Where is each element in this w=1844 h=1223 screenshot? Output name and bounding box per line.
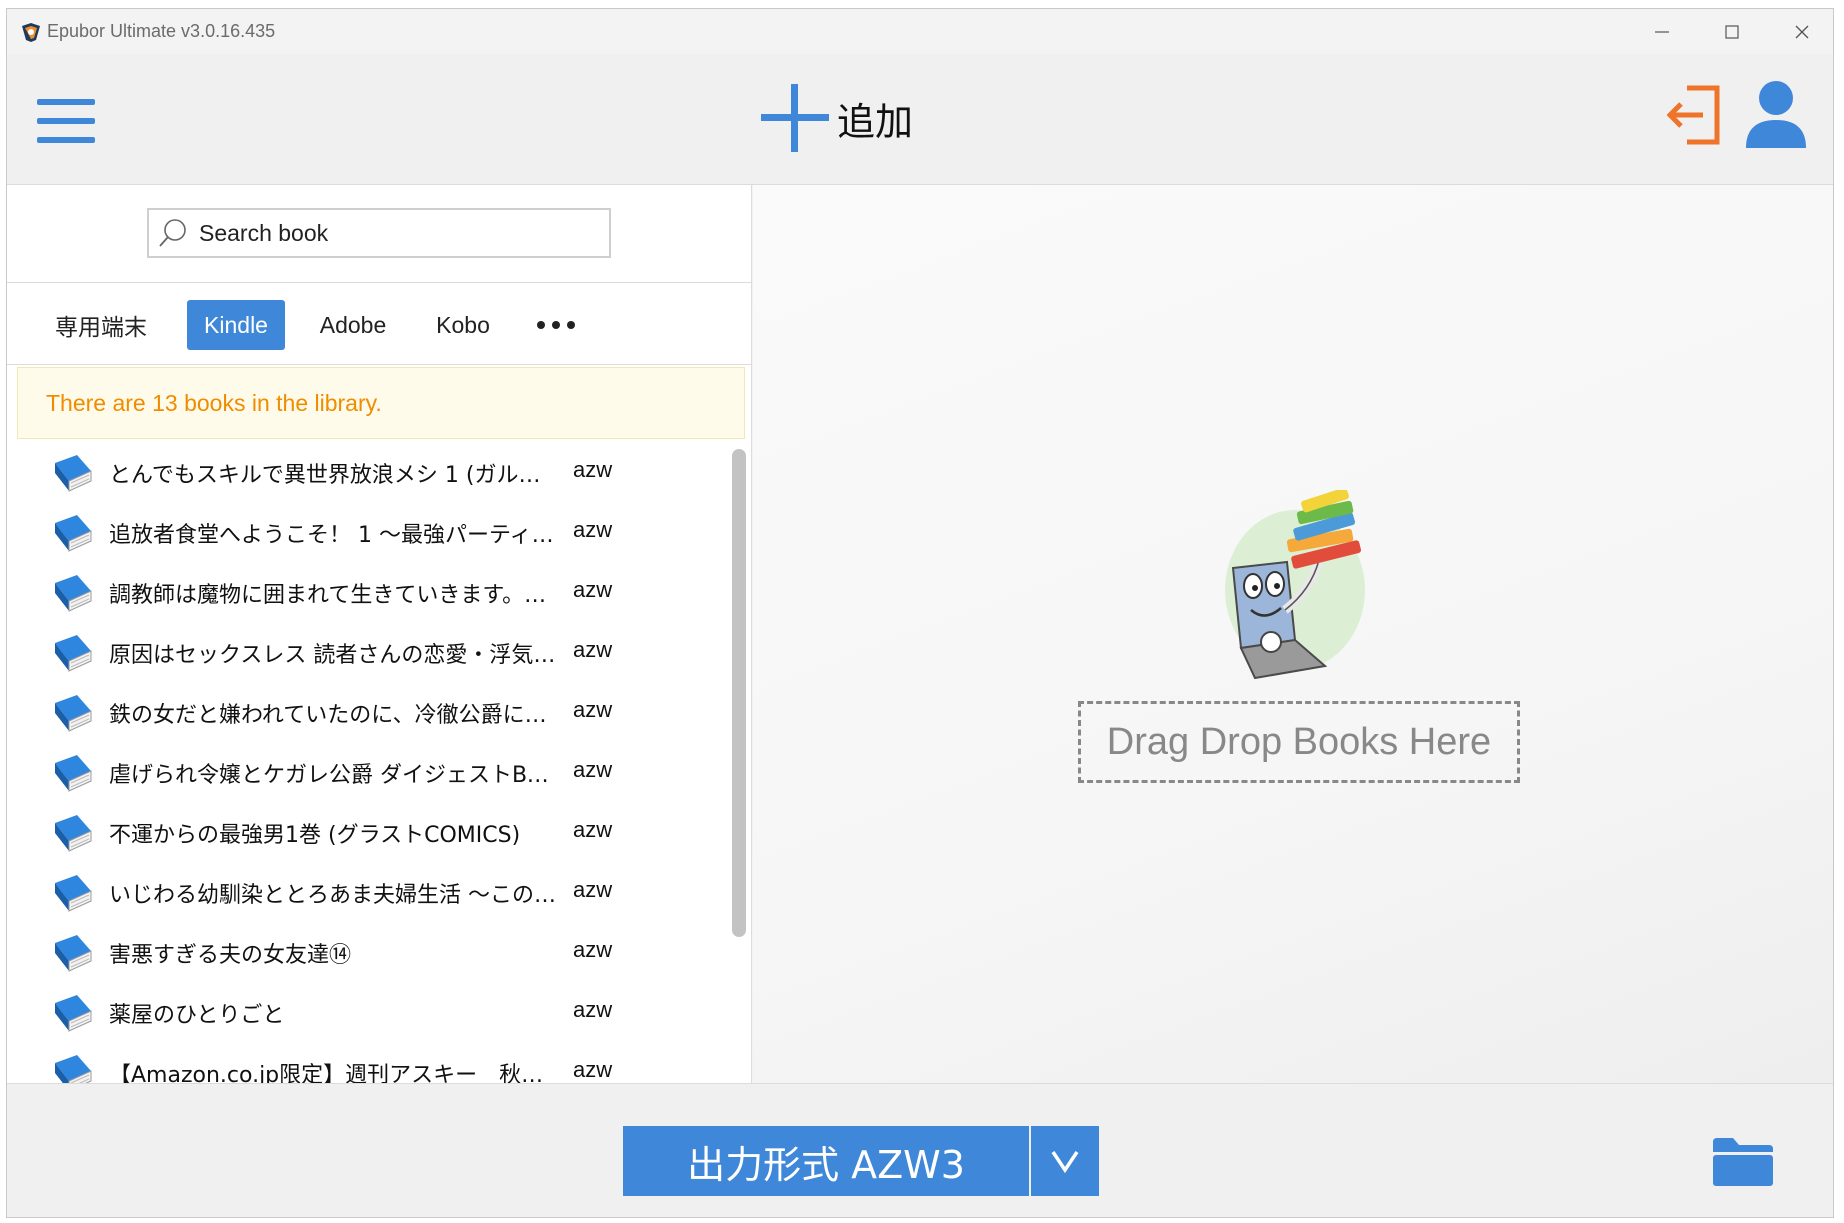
book-format: azw bbox=[573, 1057, 613, 1082]
user-icon bbox=[1746, 81, 1806, 148]
book-title: 薬屋のひとりごと bbox=[109, 1003, 285, 1028]
book-row[interactable]: 【Amazon.co.jp限定】週刊アスキー 秋葉原 azw bbox=[7, 1043, 727, 1083]
book-title: とんでもスキルで異世界放浪メシ 1 (ガルドコミックス) bbox=[109, 463, 559, 488]
book-row[interactable]: 原因はセックスレス 読者さんの恋愛・浮気体験談 azw bbox=[7, 623, 727, 683]
book-format: azw bbox=[573, 997, 613, 1022]
tab-device[interactable]: 専用端末 bbox=[49, 300, 153, 350]
chevron-down-icon bbox=[1051, 1151, 1079, 1173]
more-dots-icon bbox=[537, 321, 575, 329]
app-logo-icon bbox=[22, 23, 40, 42]
book-icon bbox=[55, 935, 92, 972]
book-icon bbox=[55, 575, 92, 612]
search-icon bbox=[159, 219, 186, 247]
book-title: 鉄の女だと嫌われていたのに、冷徹公爵にルート bbox=[109, 703, 559, 728]
book-icon bbox=[55, 995, 92, 1032]
book-title: 不運からの最強男1巻 (グラストCOMICS) bbox=[109, 823, 521, 848]
app-window: Epubor Ultimate v3.0.16.435 追加 Search bo… bbox=[6, 8, 1834, 1218]
book-format: azw bbox=[573, 937, 613, 962]
book-row[interactable]: とんでもスキルで異世界放浪メシ 1 (ガルドコミックス) azw bbox=[7, 443, 727, 503]
drop-panel[interactable]: Drag Drop Books Here bbox=[753, 185, 1833, 1083]
book-title: 害悪すぎる夫の女友達⑭ bbox=[109, 943, 352, 968]
book-list: とんでもスキルで異世界放浪メシ 1 (ガルドコミックス)azw追放者食堂へようこ… bbox=[7, 443, 727, 1083]
output-format-button[interactable]: 出力形式 AZW3 bbox=[623, 1126, 1029, 1196]
open-folder-button[interactable] bbox=[1711, 1136, 1775, 1188]
book-icon bbox=[55, 455, 92, 492]
user-account-button[interactable] bbox=[1743, 78, 1809, 150]
book-format: azw bbox=[573, 877, 613, 902]
book-format: azw bbox=[573, 577, 613, 602]
close-button[interactable] bbox=[1767, 9, 1833, 54]
book-format: azw bbox=[573, 637, 613, 662]
book-row[interactable]: 調教師は魔物に囲まれて生きていきます。～勇者 azw bbox=[7, 563, 727, 623]
search-box[interactable] bbox=[147, 208, 611, 258]
source-tabs: 専用端末 Kindle Adobe Kobo bbox=[7, 283, 751, 365]
book-icon bbox=[55, 755, 92, 792]
title-bar: Epubor Ultimate v3.0.16.435 bbox=[7, 9, 1833, 54]
logout-icon bbox=[1666, 85, 1720, 145]
folder-icon bbox=[1713, 1138, 1773, 1186]
book-title: 原因はセックスレス 読者さんの恋愛・浮気体験談 bbox=[109, 643, 559, 668]
book-icon bbox=[55, 1055, 92, 1083]
search-input[interactable] bbox=[199, 219, 579, 247]
minimize-button[interactable] bbox=[1627, 9, 1697, 54]
book-mascot-illustration bbox=[1225, 490, 1365, 680]
tab-kobo[interactable]: Kobo bbox=[421, 300, 505, 350]
book-title: 調教師は魔物に囲まれて生きていきます。～勇者 bbox=[109, 583, 559, 608]
tab-adobe[interactable]: Adobe bbox=[305, 300, 401, 350]
menu-button[interactable] bbox=[35, 96, 99, 146]
book-row[interactable]: 虐げられ令嬢とケガレ公爵 ダイジェストBOOK azw bbox=[7, 743, 727, 803]
book-icon bbox=[55, 635, 92, 672]
maximize-button[interactable] bbox=[1697, 9, 1767, 54]
add-label: 追加 bbox=[837, 99, 914, 144]
library-count-notice: There are 13 books in the library. bbox=[17, 367, 745, 439]
output-format-dropdown[interactable] bbox=[1031, 1126, 1099, 1196]
window-title: Epubor Ultimate v3.0.16.435 bbox=[47, 21, 276, 41]
scrollbar-thumb[interactable] bbox=[732, 449, 746, 937]
book-icon bbox=[55, 515, 92, 552]
book-row[interactable]: 不運からの最強男1巻 (グラストCOMICS) azw bbox=[7, 803, 727, 863]
book-row[interactable]: 害悪すぎる夫の女友達⑭ azw bbox=[7, 923, 727, 983]
search-area bbox=[7, 185, 751, 283]
book-format: azw bbox=[573, 517, 613, 542]
book-title: 虐げられ令嬢とケガレ公爵 ダイジェストBOOK bbox=[109, 763, 559, 788]
book-icon bbox=[55, 875, 92, 912]
maximize-icon bbox=[1725, 24, 1739, 39]
book-row[interactable]: 追放者食堂へようこそ！ 1 ～最強パーティーの azw bbox=[7, 503, 727, 563]
close-icon bbox=[1795, 25, 1809, 38]
book-row[interactable]: 鉄の女だと嫌われていたのに、冷徹公爵にルート azw bbox=[7, 683, 727, 743]
main-toolbar: 追加 bbox=[7, 54, 1833, 185]
book-row[interactable]: 薬屋のひとりごと azw bbox=[7, 983, 727, 1043]
book-title: いじわる幼馴染ととろあま夫婦生活 ～この契約 bbox=[109, 883, 559, 908]
book-row[interactable]: いじわる幼馴染ととろあま夫婦生活 ～この契約 azw bbox=[7, 863, 727, 923]
bottom-bar: 出力形式 AZW3 bbox=[7, 1083, 1833, 1217]
tab-kindle[interactable]: Kindle bbox=[187, 300, 285, 350]
book-title: 【Amazon.co.jp限定】週刊アスキー 秋葉原 bbox=[109, 1063, 559, 1083]
book-icon bbox=[55, 815, 92, 852]
book-list-scrollbar[interactable] bbox=[729, 443, 749, 1083]
book-format: azw bbox=[573, 757, 613, 782]
book-format: azw bbox=[573, 817, 613, 842]
book-icon bbox=[55, 695, 92, 732]
book-format: azw bbox=[573, 697, 613, 722]
minimize-icon bbox=[1655, 30, 1669, 33]
add-button[interactable]: 追加 bbox=[759, 78, 913, 158]
drag-drop-zone[interactable]: Drag Drop Books Here bbox=[1078, 701, 1520, 783]
plus-icon bbox=[761, 84, 829, 152]
book-title: 追放者食堂へようこそ！ 1 ～最強パーティーの bbox=[109, 523, 559, 548]
logout-button[interactable] bbox=[1666, 82, 1725, 148]
book-format: azw bbox=[573, 457, 613, 482]
more-tabs-button[interactable] bbox=[531, 300, 581, 350]
hamburger-icon bbox=[37, 99, 95, 143]
library-panel: 専用端末 Kindle Adobe Kobo There are 13 book… bbox=[7, 185, 752, 1083]
